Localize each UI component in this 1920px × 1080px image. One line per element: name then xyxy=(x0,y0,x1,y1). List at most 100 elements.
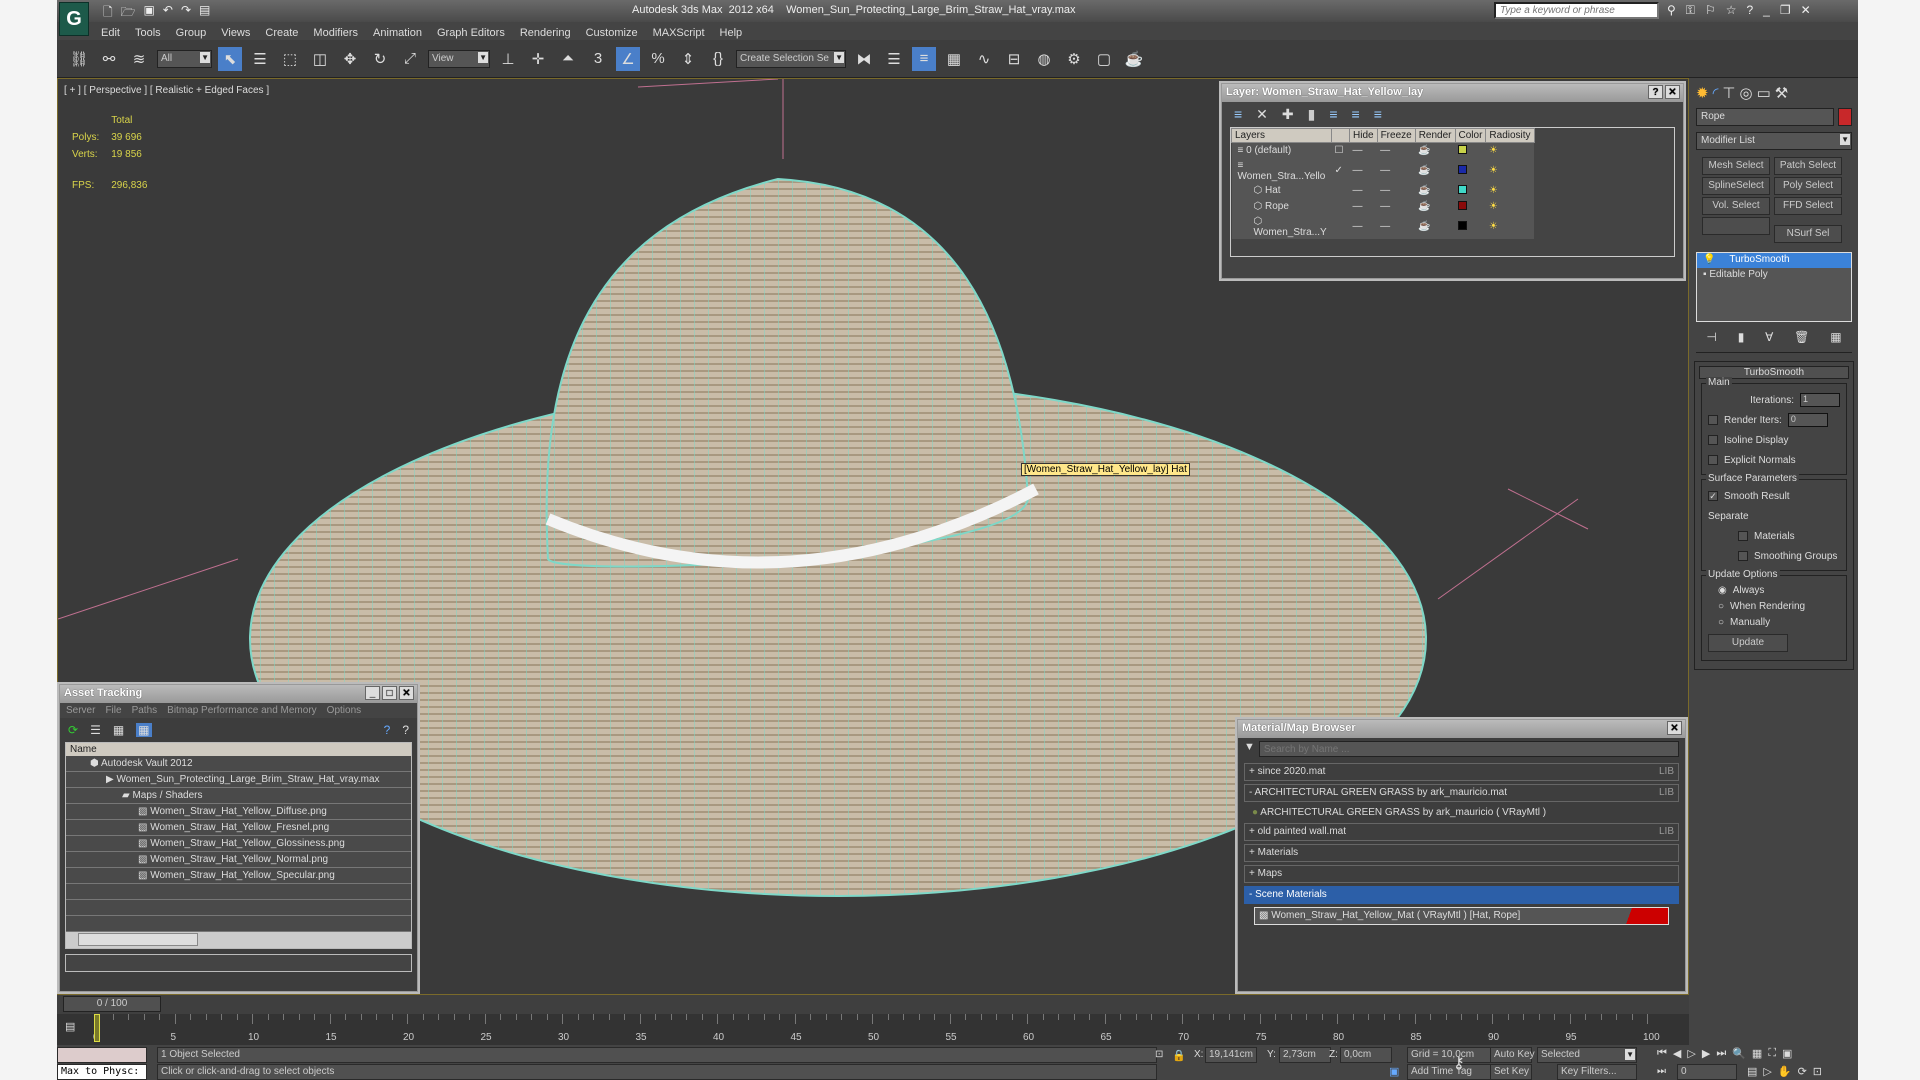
set-key-mode-icon[interactable]: ⚷ xyxy=(1453,1053,1465,1073)
ref-coord-dropdown[interactable]: View xyxy=(428,49,490,68)
freeze-toggle[interactable]: — xyxy=(1377,198,1416,215)
active-layer-mark[interactable]: ☐ xyxy=(1331,142,1350,159)
asset-menu-item[interactable]: Paths xyxy=(132,705,158,716)
display-tab-icon[interactable]: ▭ xyxy=(1757,84,1771,102)
key-mode-dropdown[interactable]: Selected xyxy=(1537,1047,1637,1063)
asset-row[interactable] xyxy=(66,916,411,932)
select-by-name-icon[interactable]: ☰ xyxy=(248,47,272,71)
freeze-toggle[interactable]: — xyxy=(1377,214,1416,239)
asset-row[interactable]: ▧ Women_Straw_Hat_Yellow_Glossiness.png xyxy=(66,836,411,852)
highlight-layer-icon[interactable]: ≡ xyxy=(1329,106,1337,123)
scene-explorer-icon[interactable]: ▦ xyxy=(942,47,966,71)
create-layer-icon[interactable]: ≡ xyxy=(1234,106,1242,123)
angle-snap-icon[interactable]: ∠ xyxy=(616,46,640,71)
column-header[interactable]: Radiosity xyxy=(1485,128,1535,143)
keyboard-shortcut-icon[interactable]: ⏶ xyxy=(556,47,580,71)
modifier-set-button[interactable]: Patch Select xyxy=(1774,157,1842,175)
active-layer-mark[interactable] xyxy=(1331,182,1350,199)
stack-item-turbosmooth[interactable]: 💡 TurboSmooth xyxy=(1697,253,1851,268)
lock-selection-icon[interactable]: 🔒 xyxy=(1172,1049,1186,1062)
curve-editor-icon[interactable]: ∿ xyxy=(972,47,996,71)
modifier-set-button[interactable]: FFD Select xyxy=(1774,197,1842,215)
asset-row[interactable]: ⬢ Autodesk Vault 2012 xyxy=(66,756,411,772)
menu-group[interactable]: Group xyxy=(176,24,207,39)
key-filters-button[interactable]: Key Filters... xyxy=(1557,1064,1637,1080)
column-header[interactable]: Color xyxy=(1454,128,1487,143)
unlink-icon[interactable]: ⚯ xyxy=(97,47,121,71)
zoom-extents-all-icon[interactable]: ▣ xyxy=(1782,1047,1792,1060)
move-icon[interactable]: ✥ xyxy=(338,47,362,71)
hide-toggle[interactable]: — xyxy=(1349,198,1378,215)
column-header[interactable]: Render xyxy=(1414,128,1456,143)
when-rendering-radio[interactable]: ○ xyxy=(1718,601,1724,612)
manipulate-icon[interactable]: ✛ xyxy=(526,47,550,71)
layer-color-swatch[interactable] xyxy=(1458,164,1468,174)
modify-tab-icon[interactable]: ◜ xyxy=(1713,84,1719,102)
materials-group[interactable]: + Materials xyxy=(1244,844,1679,862)
transform-mode-icon[interactable]: ⊡ xyxy=(1155,1049,1163,1060)
isoline-display-checkbox[interactable] xyxy=(1708,435,1718,445)
named-selection-dropdown[interactable]: Create Selection Se xyxy=(736,49,846,68)
help-icon[interactable]: ? xyxy=(384,723,391,737)
select-object-icon[interactable]: ⬉ xyxy=(218,46,242,71)
tree-view-icon[interactable]: ▦ xyxy=(113,723,124,737)
asset-menu-item[interactable]: File xyxy=(105,705,121,716)
align-icon[interactable]: ☰ xyxy=(882,47,906,71)
stack-item-editable-poly[interactable]: ▪ Editable Poly xyxy=(1697,268,1851,283)
iterations-spinner[interactable]: 1 xyxy=(1800,393,1840,407)
pan-icon[interactable]: ✋ xyxy=(1778,1065,1792,1078)
play-icon[interactable]: ▷ xyxy=(1687,1047,1695,1060)
snap-3d-icon[interactable]: 3 xyxy=(586,47,610,71)
column-header[interactable]: Layers xyxy=(1231,128,1332,143)
smooth-result-checkbox[interactable]: ✓ xyxy=(1708,491,1718,501)
layer-color-swatch[interactable] xyxy=(1458,220,1468,230)
freeze-toggle[interactable]: — xyxy=(1377,142,1416,159)
horizontal-scrollbar[interactable] xyxy=(66,932,411,948)
modifier-set-button[interactable]: SplineSelect xyxy=(1702,177,1770,195)
material-item[interactable]: ● ARCHITECTURAL GREEN GRASS by ark_mauri… xyxy=(1238,805,1685,820)
render-teapot-icon[interactable]: ☕ xyxy=(1415,142,1456,159)
menu-customize[interactable]: Customize xyxy=(586,24,638,39)
material-search-input[interactable] xyxy=(1258,741,1679,757)
show-end-result-icon[interactable]: ▮ xyxy=(1738,330,1745,344)
render-iters-checkbox[interactable] xyxy=(1708,415,1718,425)
options-menu-icon[interactable]: ▼ xyxy=(1244,741,1255,757)
render-teapot-icon[interactable]: ☕ xyxy=(1415,158,1456,183)
time-slider-thumb[interactable]: 0 / 100 xyxy=(63,996,161,1012)
selection-filter-dropdown[interactable]: All xyxy=(157,49,212,68)
pin-stack-icon[interactable]: ⊣ xyxy=(1706,330,1716,344)
asset-row[interactable] xyxy=(66,884,411,900)
library-group[interactable]: + since 2020.mat LIB xyxy=(1244,763,1679,781)
rendered-frame-icon[interactable]: ▢ xyxy=(1092,47,1116,71)
close-button[interactable]: ✕ xyxy=(1667,721,1682,735)
current-time-marker[interactable] xyxy=(94,1014,100,1042)
y-coordinate-field[interactable]: 2,73cm xyxy=(1279,1047,1331,1063)
asset-row[interactable]: ▧ Women_Straw_Hat_Yellow_Fresnel.png xyxy=(66,820,411,836)
hide-toggle[interactable]: — xyxy=(1349,182,1378,199)
close-button[interactable]: ✕ xyxy=(1801,3,1811,18)
undo-icon[interactable]: ↶ xyxy=(163,3,173,24)
percent-snap-icon[interactable]: % xyxy=(646,47,670,71)
always-radio[interactable]: ◉ xyxy=(1718,585,1727,596)
minimize-button[interactable]: _ xyxy=(365,686,380,700)
next-frame-icon[interactable]: ▶ xyxy=(1702,1047,1710,1060)
zoom-icon[interactable]: 🔍 xyxy=(1732,1047,1746,1060)
key-mode-toggle-icon[interactable]: ⏭ xyxy=(1657,1066,1666,1077)
object-color-swatch[interactable] xyxy=(1838,108,1852,126)
library-group[interactable]: - ARCHITECTURAL GREEN GRASS by ark_mauri… xyxy=(1244,784,1679,802)
remove-modifier-icon[interactable]: 🗑 xyxy=(1794,330,1809,344)
menu-rendering[interactable]: Rendering xyxy=(520,24,571,39)
menu-maxscript[interactable]: MAXScript xyxy=(653,24,705,39)
motion-tab-icon[interactable]: ◎ xyxy=(1739,84,1752,102)
modifier-set-button[interactable]: Vol. Select xyxy=(1702,197,1770,215)
spinner-snap-icon[interactable]: ⇕ xyxy=(676,47,700,71)
maximize-button[interactable]: □ xyxy=(382,686,397,700)
auto-key-button[interactable]: Auto Key xyxy=(1490,1047,1535,1063)
make-unique-icon[interactable]: ∀ xyxy=(1765,330,1773,344)
render-teapot-icon[interactable]: ☕ xyxy=(1122,47,1146,71)
smoothing-groups-checkbox[interactable] xyxy=(1738,551,1748,561)
menu-views[interactable]: Views xyxy=(221,24,250,39)
menu-tools[interactable]: Tools xyxy=(135,24,161,39)
utilities-tab-icon[interactable]: ⚒ xyxy=(1775,84,1788,102)
render-teapot-icon[interactable]: ☕ xyxy=(1415,214,1456,239)
